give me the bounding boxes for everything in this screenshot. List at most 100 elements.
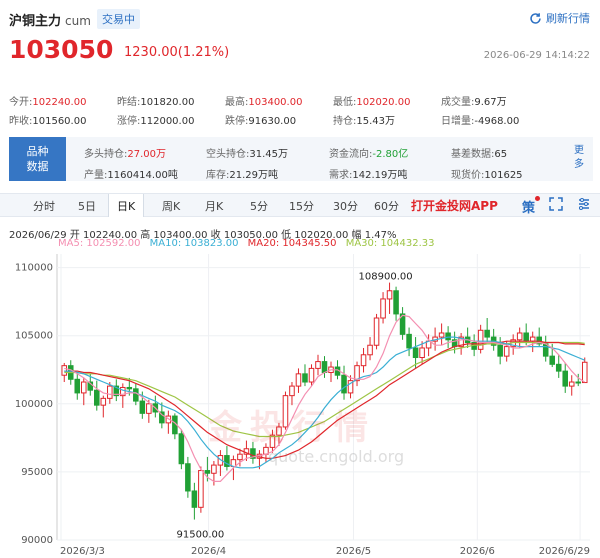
candle-body bbox=[497, 344, 503, 357]
candle-body bbox=[386, 290, 393, 300]
page-title: 沪铜主力 cum bbox=[9, 10, 91, 29]
y-tick-label: 110000 bbox=[15, 263, 53, 274]
candle-body bbox=[412, 347, 419, 359]
x-tick-label: 2026/6/29 bbox=[539, 546, 590, 557]
candle-body bbox=[438, 332, 445, 338]
tab-intraday[interactable]: 分时 bbox=[33, 198, 55, 214]
candle-body bbox=[484, 329, 490, 338]
y-tick-label: 105000 bbox=[15, 331, 53, 342]
candle-body bbox=[302, 373, 308, 383]
candle-body bbox=[562, 370, 569, 387]
candle-body bbox=[581, 361, 588, 384]
candle-body bbox=[107, 385, 113, 399]
settings-icon[interactable] bbox=[577, 197, 591, 215]
inventory: 库存:21.29万吨 bbox=[206, 170, 279, 181]
candle-body bbox=[100, 397, 107, 406]
chart-period-tabs: 分时 5日 日K 周K 月K 5分 15分 30分 60分 打开金投网APP 策 bbox=[0, 193, 600, 217]
candle-body bbox=[542, 343, 549, 357]
spot-price: 现货价:101625 bbox=[451, 170, 523, 181]
stat-daily-change: 日增量:-4968.00 bbox=[441, 116, 520, 127]
candle-body bbox=[419, 347, 425, 359]
candle-body bbox=[549, 355, 555, 365]
candle-body bbox=[295, 373, 302, 387]
candle-body bbox=[146, 403, 152, 414]
candle-body bbox=[341, 374, 347, 394]
candle-body bbox=[237, 453, 243, 461]
more-link[interactable]: 更多 bbox=[572, 144, 586, 172]
y-tick-label: 100000 bbox=[15, 399, 53, 410]
tab-15min[interactable]: 15分 bbox=[289, 198, 314, 214]
candle-body bbox=[516, 332, 523, 341]
variety-data-badge[interactable]: 品种 数据 bbox=[9, 137, 66, 181]
quote-timestamp: 2026-06-29 14:14:22 bbox=[483, 50, 590, 61]
quote-stats: 今开:102240.00 昨结:101820.00 最高:103400.00 最… bbox=[9, 91, 599, 129]
candle-body bbox=[94, 389, 100, 406]
stat-open: 今开:102240.00 bbox=[9, 97, 87, 108]
candle-body bbox=[529, 336, 536, 342]
candle-body bbox=[133, 388, 139, 402]
price-change: 1230.00(1.21%) bbox=[124, 45, 230, 60]
x-tick-label: 2026/4 bbox=[191, 546, 226, 557]
candle-body bbox=[503, 346, 510, 357]
candle-body bbox=[568, 381, 575, 387]
candle-body bbox=[139, 400, 146, 414]
candle-body bbox=[321, 361, 328, 373]
instrument-name: 沪铜主力 bbox=[9, 14, 62, 29]
badge-line: 品种 bbox=[26, 145, 49, 158]
fullscreen-icon[interactable] bbox=[549, 197, 563, 215]
candle-body bbox=[289, 385, 295, 397]
notification-dot bbox=[535, 196, 540, 201]
tab-60min[interactable]: 60分 bbox=[374, 198, 399, 214]
y-tick-label: 90000 bbox=[21, 535, 53, 546]
candle-body bbox=[191, 490, 198, 508]
candle-body bbox=[315, 361, 321, 369]
strategy-button[interactable]: 策 bbox=[522, 197, 535, 216]
candle-body bbox=[126, 386, 133, 390]
open-app-link[interactable]: 打开金投网APP bbox=[411, 197, 498, 214]
candle-body bbox=[555, 363, 562, 372]
status-badge: 交易中 bbox=[97, 9, 140, 29]
x-tick-label: 2026/3/3 bbox=[60, 546, 105, 557]
candle-body bbox=[523, 332, 529, 342]
x-tick-label: 2026/5 bbox=[336, 546, 371, 557]
refresh-label: 刷新行情 bbox=[546, 12, 590, 25]
tab-weekly-k[interactable]: 周K bbox=[162, 198, 180, 214]
stat-low: 最低:102020.00 bbox=[333, 97, 411, 108]
long-position: 多头持仓:27.00万 bbox=[84, 149, 167, 160]
short-position: 空头持仓:31.45万 bbox=[206, 149, 289, 160]
watermark-text: 金投行情 bbox=[208, 408, 376, 448]
tab-monthly-k[interactable]: 月K bbox=[205, 198, 223, 214]
min-price-label: 91500.00 bbox=[177, 530, 225, 541]
stats-row: 今开:102240.00 昨结:101820.00 最高:103400.00 最… bbox=[9, 91, 599, 110]
stat-limit-down: 跌停:91630.00 bbox=[225, 116, 297, 127]
candle-body bbox=[185, 463, 191, 492]
candle-body bbox=[204, 470, 211, 474]
candle-body bbox=[373, 317, 380, 346]
watermark-url: quote.cngold.org bbox=[268, 447, 405, 466]
tab-5min[interactable]: 5分 bbox=[250, 198, 268, 214]
candle-body bbox=[575, 381, 582, 384]
y-tick-label: 95000 bbox=[21, 467, 53, 478]
candle-body bbox=[406, 333, 412, 349]
candle-body bbox=[178, 433, 185, 465]
candle-body bbox=[211, 464, 217, 474]
stat-open-interest: 持仓:15.43万 bbox=[333, 116, 396, 127]
output: 产量:1160414.00吨 bbox=[84, 170, 178, 181]
candle-body bbox=[198, 470, 204, 508]
refresh-icon bbox=[530, 12, 541, 24]
candle-body bbox=[308, 367, 315, 383]
tab-5day[interactable]: 5日 bbox=[78, 198, 96, 214]
candle-body bbox=[477, 329, 484, 350]
fund-flow: 资金流向:-2.80亿 bbox=[329, 149, 409, 160]
demand: 需求:142.19万吨 bbox=[329, 170, 408, 181]
tab-30min[interactable]: 30分 bbox=[333, 198, 358, 214]
candle-body bbox=[393, 290, 399, 315]
refresh-button[interactable]: 刷新行情 bbox=[529, 10, 590, 26]
badge-line: 数据 bbox=[26, 160, 49, 173]
tab-daily-k[interactable]: 日K bbox=[108, 194, 145, 217]
x-tick-label: 2026/6 bbox=[460, 546, 495, 557]
candle-body bbox=[61, 365, 68, 376]
current-price: 103050 bbox=[9, 35, 114, 64]
candle-body bbox=[360, 354, 367, 367]
stat-prev-close: 昨收:101560.00 bbox=[9, 116, 87, 127]
